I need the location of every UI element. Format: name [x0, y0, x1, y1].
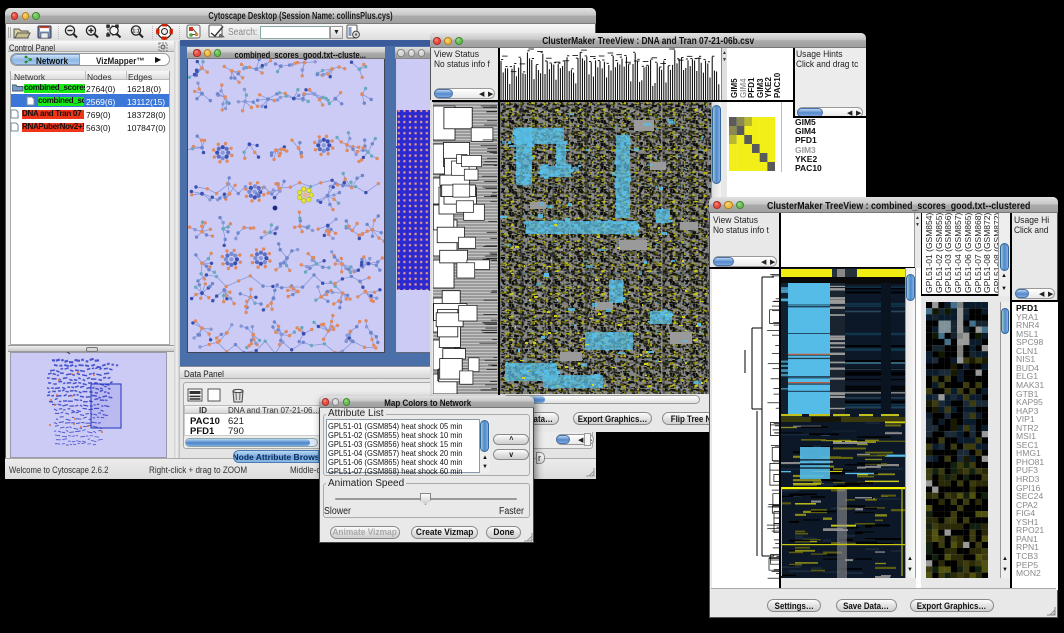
svg-text:1:1: 1:1: [132, 29, 139, 35]
